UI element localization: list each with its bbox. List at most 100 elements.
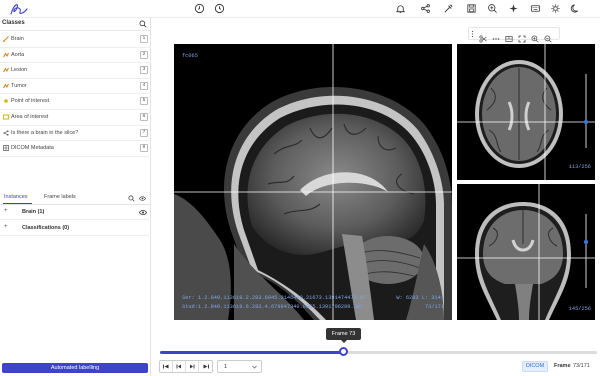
tab-frame-labels[interactable]: Frame labels xyxy=(44,194,76,200)
bell-icon[interactable] xyxy=(395,3,406,14)
viewer-area: fc065 Ser: 1.2.840.113619.2.283.6945.314… xyxy=(152,18,600,328)
hotkey-badge: 5 xyxy=(140,97,148,106)
settings-icon[interactable] xyxy=(550,3,561,14)
instance-label: Brain (1) xyxy=(22,209,45,215)
search-icon[interactable] xyxy=(128,195,135,202)
zoom-out-icon[interactable] xyxy=(544,30,552,43)
dicom-badge: DICOM xyxy=(522,361,548,372)
frame-slider-thumb[interactable] xyxy=(339,347,349,356)
expand-icon[interactable]: + xyxy=(4,208,8,214)
zoom-in-icon[interactable] xyxy=(487,3,498,14)
line-icon xyxy=(3,36,9,42)
hotkey-badge: 4 xyxy=(140,81,148,90)
axial-viewport[interactable]: 113/256 xyxy=(457,44,595,180)
study-uid: Stud:1.2.840.113619.6.283.4.679947340.80… xyxy=(182,304,364,310)
grid-icon xyxy=(3,145,9,152)
ai-signature-logo[interactable] xyxy=(8,0,30,17)
frame-nav-buttons xyxy=(159,360,213,373)
class-item-area-of-interest[interactable]: Area of interest 6 xyxy=(0,110,151,126)
frame-slider-track[interactable] xyxy=(160,351,597,354)
box-icon xyxy=(3,114,9,120)
class-label: Aorta xyxy=(11,51,25,58)
coronal-viewport[interactable]: 145/256 xyxy=(457,184,595,320)
sparkle-icon[interactable] xyxy=(508,3,519,14)
scissors-icon[interactable] xyxy=(479,30,487,43)
share-icon xyxy=(3,129,9,136)
save-icon[interactable] xyxy=(466,3,477,14)
class-label: Lesion xyxy=(11,67,28,74)
instance-label: Classifications (0) xyxy=(22,225,70,231)
class-item-tumor[interactable]: Tumor 4 xyxy=(0,79,151,95)
class-item-aorta[interactable]: Aorta 2 xyxy=(0,48,151,64)
axial-mri-image xyxy=(457,44,595,180)
view-label: fc065 xyxy=(182,53,198,59)
coronal-mri-image xyxy=(457,184,595,320)
tab-instances[interactable]: Instances xyxy=(4,194,28,200)
top-bar xyxy=(0,0,600,18)
clock-forward-icon[interactable] xyxy=(214,3,225,14)
hotkey-badge: 3 xyxy=(140,66,148,75)
class-item-brain-in-slice[interactable]: Is there a brain in the slice? 7 xyxy=(0,126,151,142)
clock-back-icon[interactable] xyxy=(194,3,205,14)
select-value: 1 xyxy=(224,364,228,370)
search-icon[interactable] xyxy=(139,20,147,28)
prev-frame-icon xyxy=(176,364,182,369)
keyboard-icon[interactable] xyxy=(530,3,541,14)
hotkey-badge: 2 xyxy=(140,50,148,59)
window-level: W: 6283 L: 3141 xyxy=(396,295,444,301)
class-item-brain[interactable]: Brain 1 xyxy=(0,32,151,48)
frame-counter: 73/171 xyxy=(573,363,590,369)
class-list: Brain 1 Aorta 2 Lesion 3 Tumor 4 Point o… xyxy=(0,32,151,157)
fullscreen-icon[interactable] xyxy=(518,30,526,43)
last-frame-button[interactable] xyxy=(199,361,212,372)
class-item-point-of-interest[interactable]: Point of interest 5 xyxy=(0,94,151,110)
dots-icon[interactable] xyxy=(492,30,500,40)
instance-row-brain[interactable]: + Brain (1) xyxy=(0,205,151,220)
app-root: Classes Brain 1 Aorta 2 Lesion 3 Tumor 4… xyxy=(0,0,600,376)
first-frame-button[interactable] xyxy=(160,361,174,372)
hotkey-badge: 7 xyxy=(140,128,148,137)
layout-icon[interactable] xyxy=(505,30,513,42)
hotkey-badge: 6 xyxy=(140,112,148,121)
class-label: Area of interest xyxy=(11,113,49,120)
polyline-icon xyxy=(3,67,9,73)
frame-slider-fill xyxy=(160,351,344,354)
prev-frame-button[interactable] xyxy=(173,361,187,372)
active-tab-indicator xyxy=(3,203,32,204)
class-label: Is there a brain in the slice? xyxy=(11,129,79,136)
viewer-toolbar xyxy=(468,27,560,43)
automated-labelling-button[interactable]: Automated labelling xyxy=(2,363,148,373)
slice-indicator: 145/256 xyxy=(568,306,591,312)
slice-indicator: 113/256 xyxy=(568,164,591,170)
left-panel: Classes Brain 1 Aorta 2 Lesion 3 Tumor 4… xyxy=(0,18,151,376)
last-frame-icon xyxy=(203,364,209,369)
classes-header: Classes xyxy=(0,18,151,31)
class-label: Tumor xyxy=(11,82,27,89)
polyline-icon xyxy=(3,52,9,57)
class-label: Point of interest xyxy=(11,98,50,105)
moon-icon[interactable] xyxy=(570,3,581,14)
eye-icon[interactable] xyxy=(139,195,146,202)
main-sagittal-viewport[interactable]: fc065 Ser: 1.2.840.113619.2.283.6945.314… xyxy=(174,44,452,320)
playback-speed-select[interactable]: 1 xyxy=(217,360,262,373)
class-label: Brain xyxy=(11,36,24,42)
class-label: DICOM Metadata xyxy=(11,145,54,152)
instance-row-classifications[interactable]: + Classifications (0) xyxy=(0,221,151,236)
next-frame-button[interactable] xyxy=(186,361,200,372)
pipette-icon[interactable] xyxy=(443,3,454,14)
frame-label: Frame xyxy=(554,363,571,369)
point-icon xyxy=(4,99,8,104)
chevron-down-icon xyxy=(252,365,257,369)
class-item-lesion[interactable]: Lesion 3 xyxy=(0,63,151,79)
slice-indicator: 73/171 xyxy=(424,304,444,310)
eye-icon[interactable] xyxy=(139,209,147,216)
class-item-dicom-metadata[interactable]: DICOM Metadata 8 xyxy=(0,141,151,157)
zoom-in-icon[interactable] xyxy=(531,30,539,43)
drag-handle-icon[interactable] xyxy=(470,30,475,38)
expand-icon[interactable]: + xyxy=(4,224,8,230)
share-icon[interactable] xyxy=(420,3,431,14)
next-frame-icon xyxy=(190,364,195,369)
hotkey-badge: 1 xyxy=(140,35,148,43)
polyline-icon xyxy=(3,83,9,89)
timeline-bar: Frame 73 1 DICOM Frame 73/171 xyxy=(152,328,600,376)
